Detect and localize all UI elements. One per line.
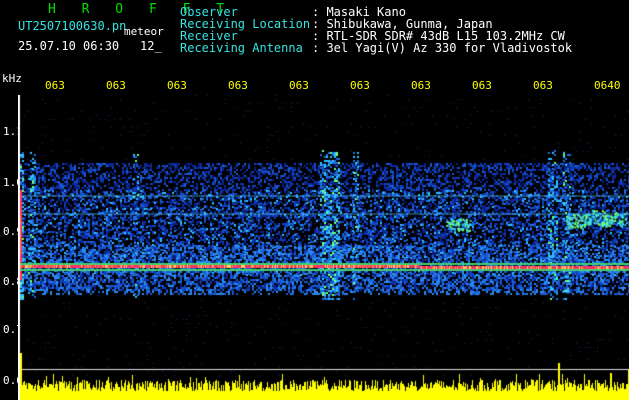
filename-label: UT2507100630.pn	[18, 19, 127, 33]
freq-unit-label: kHz	[2, 72, 22, 85]
time-tick-label: 063	[289, 79, 309, 92]
time-tick-label: 063	[228, 79, 248, 92]
count-label: 12_	[140, 39, 162, 53]
time-tick-label: 063	[472, 79, 492, 92]
datetime-label: 25.07.10 06:30	[18, 39, 120, 53]
antenna-value: : 3el Yagi(V) Az 330 for Vladivostok	[312, 41, 573, 55]
time-tick-label: 0640	[594, 79, 621, 92]
antenna-label: Receiving Antenna	[180, 41, 303, 55]
spectrogram-canvas	[18, 95, 629, 400]
time-tick-label: 063	[533, 79, 553, 92]
meteor-label: meteor	[124, 25, 164, 38]
time-tick-label: 063	[106, 79, 126, 92]
time-tick-label: 063	[350, 79, 370, 92]
time-tick-label: 063	[167, 79, 187, 92]
time-tick-label: 063	[411, 79, 431, 92]
time-tick-label: 063	[45, 79, 65, 92]
spectrogram-window: H R O F F T UT2507100630.pn meteor 25.07…	[0, 0, 629, 400]
